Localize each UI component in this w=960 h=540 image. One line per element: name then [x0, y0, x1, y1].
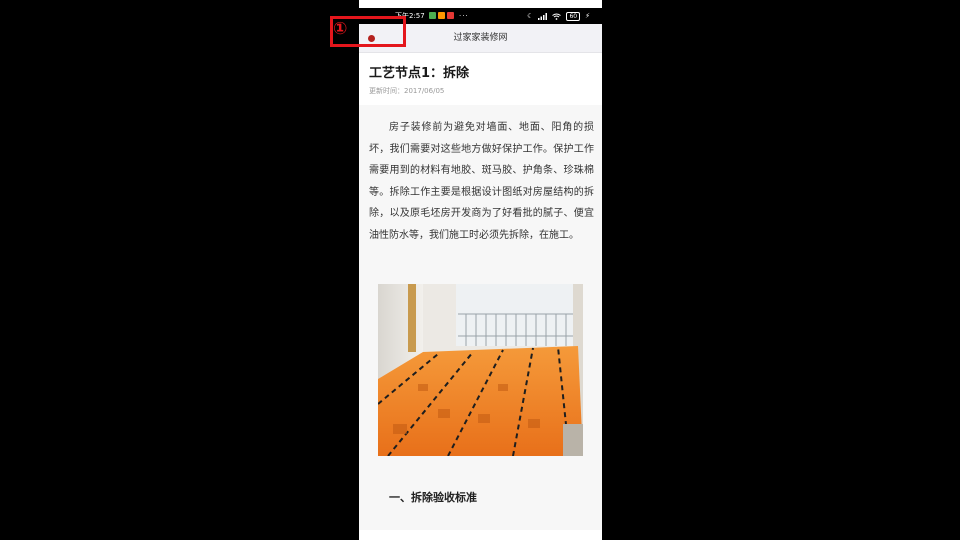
- battery-icon: 60: [566, 11, 581, 21]
- notification-app-icon: [438, 12, 445, 19]
- more-notifications-icon: ···: [459, 12, 469, 20]
- status-indicators: ☾ 60 ⚡: [527, 8, 590, 24]
- article-paragraph: 房子装修前为避免对墙面、地面、阳角的损坏，我们需要对这些地方做好保护工作。保护工…: [369, 122, 594, 241]
- signal-icon: [538, 12, 548, 20]
- article-date: 更新时间：2017/06/05: [369, 87, 445, 95]
- moon-icon: ☾: [527, 12, 534, 20]
- phone-screen: 下午2:57 ··· ☾ 60 ⚡ 过家家装修网 工艺节点1：拆除 更新时间：2…: [359, 0, 602, 540]
- notification-app-icon: [447, 12, 454, 19]
- article-header: 工艺节点1：拆除 更新时间：2017/06/05: [359, 53, 602, 105]
- home-indicator[interactable]: [437, 531, 523, 534]
- article-body: 房子装修前为避免对墙面、地面、阳角的损坏，我们需要对这些地方做好保护工作。保护工…: [359, 105, 602, 530]
- wifi-icon: [552, 13, 562, 20]
- notification-app-icon: [429, 12, 436, 19]
- article-title: 工艺节点1：拆除: [369, 66, 470, 81]
- section-heading: 一、拆除验收标准: [389, 491, 477, 504]
- floor-protection-photo: [378, 284, 583, 456]
- charging-icon: ⚡: [585, 12, 590, 20]
- annotation-marker: ①: [333, 19, 348, 39]
